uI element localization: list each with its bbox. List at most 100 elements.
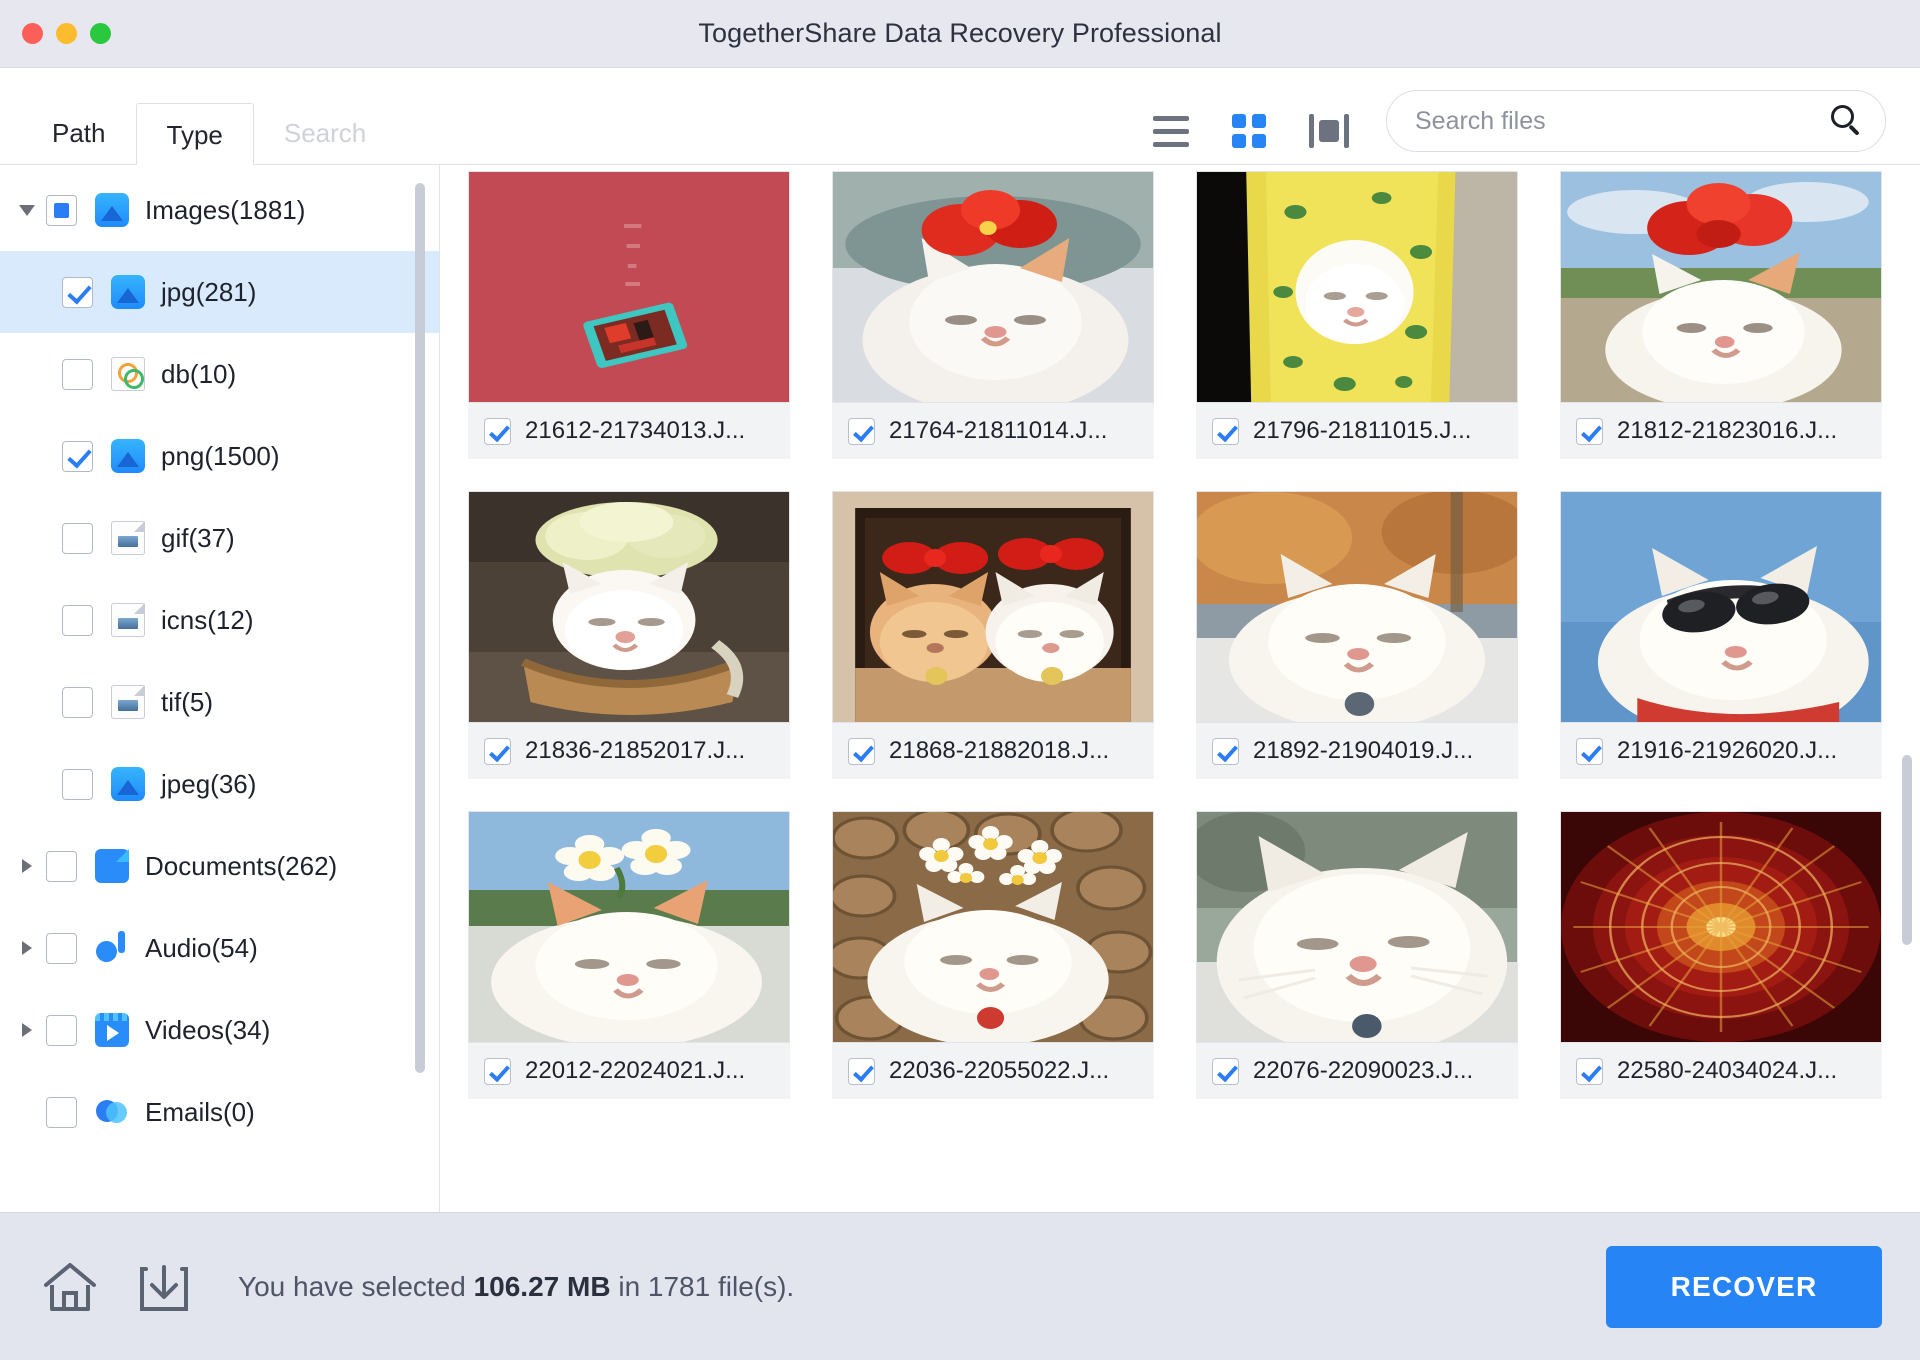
file-thumbnail[interactable] <box>1560 491 1882 723</box>
file-label-bar[interactable]: 21916-21926020.J... <box>1560 723 1882 779</box>
tree-item-icns[interactable]: icns(12) <box>0 579 439 661</box>
checkbox-db[interactable] <box>62 358 93 390</box>
checkbox-gif[interactable] <box>62 522 93 554</box>
tab-path[interactable]: Path <box>22 102 136 164</box>
file-checkbox[interactable] <box>1576 1057 1603 1085</box>
file-checkbox[interactable] <box>848 737 875 765</box>
file-type-tree: Images(1881) jpg(281) db(10) png(1500) g… <box>0 165 439 1153</box>
file-label-bar[interactable]: 21892-21904019.J... <box>1196 723 1518 779</box>
file-checkbox[interactable] <box>1576 417 1603 445</box>
file-label-bar[interactable]: 22036-22055022.J... <box>832 1043 1154 1099</box>
sidebar-scrollbar[interactable] <box>415 183 425 1073</box>
chevron-right-icon[interactable] <box>14 1023 40 1037</box>
file-thumbnail[interactable] <box>832 171 1154 403</box>
chevron-down-icon[interactable] <box>14 204 40 216</box>
cover-view-icon[interactable] <box>1308 113 1350 149</box>
file-checkbox[interactable] <box>1576 737 1603 765</box>
checkbox-images[interactable] <box>46 194 77 226</box>
file-cell[interactable]: 22580-24034024.J... <box>1560 811 1882 1099</box>
file-cell[interactable]: 21892-21904019.J... <box>1196 491 1518 779</box>
checkbox-documents[interactable] <box>46 850 77 882</box>
file-name: 21612-21734013.J... <box>525 417 746 444</box>
home-icon[interactable] <box>42 1261 98 1313</box>
file-thumbnail[interactable] <box>468 171 790 403</box>
file-thumbnail[interactable] <box>468 811 790 1043</box>
tree-item-images[interactable]: Images(1881) <box>0 169 439 251</box>
download-icon[interactable] <box>138 1261 190 1313</box>
search-input[interactable] <box>1415 106 1831 136</box>
file-label-bar[interactable]: 21868-21882018.J... <box>832 723 1154 779</box>
checkbox-jpg[interactable] <box>62 276 93 308</box>
file-thumbnail[interactable] <box>1196 811 1518 1043</box>
tree-item-videos[interactable]: Videos(34) <box>0 989 439 1071</box>
file-cell[interactable]: 21868-21882018.J... <box>832 491 1154 779</box>
file-cell[interactable]: 22076-22090023.J... <box>1196 811 1518 1099</box>
search-box[interactable] <box>1386 90 1886 152</box>
file-label-bar[interactable]: 21612-21734013.J... <box>468 403 790 459</box>
tree-item-jpeg[interactable]: jpeg(36) <box>0 743 439 825</box>
file-thumbnail[interactable] <box>468 491 790 723</box>
tree-item-gif[interactable]: gif(37) <box>0 497 439 579</box>
file-label-bar[interactable]: 22580-24034024.J... <box>1560 1043 1882 1099</box>
file-thumbnail[interactable] <box>1560 811 1882 1043</box>
tab-search[interactable]: Search <box>254 102 396 164</box>
tree-item-documents[interactable]: Documents(262) <box>0 825 439 907</box>
file-name: 21764-21811014.J... <box>889 417 1108 444</box>
tree-item-emails[interactable]: Emails(0) <box>0 1071 439 1153</box>
file-thumbnail[interactable] <box>832 811 1154 1043</box>
checkbox-videos[interactable] <box>46 1014 77 1046</box>
chevron-right-icon[interactable] <box>14 941 40 955</box>
file-checkbox[interactable] <box>1212 417 1239 445</box>
checkbox-jpeg[interactable] <box>62 768 93 800</box>
recover-button[interactable]: RECOVER <box>1606 1245 1882 1328</box>
file-image-icon <box>111 685 145 719</box>
checkbox-emails[interactable] <box>46 1096 77 1128</box>
file-cell[interactable]: 21916-21926020.J... <box>1560 491 1882 779</box>
tree-item-label: Audio(54) <box>145 932 258 963</box>
checkbox-audio[interactable] <box>46 932 77 964</box>
file-cell[interactable]: 21812-21823016.J... <box>1560 171 1882 459</box>
file-checkbox[interactable] <box>1212 1057 1239 1085</box>
search-icon[interactable] <box>1831 105 1863 137</box>
checkbox-png[interactable] <box>62 440 93 472</box>
file-checkbox[interactable] <box>848 417 875 445</box>
checkbox-icns[interactable] <box>62 604 93 636</box>
file-checkbox[interactable] <box>484 1057 511 1085</box>
file-label-bar[interactable]: 22076-22090023.J... <box>1196 1043 1518 1099</box>
tree-item-png[interactable]: png(1500) <box>0 415 439 497</box>
file-label-bar[interactable]: 21764-21811014.J... <box>832 403 1154 459</box>
document-icon <box>95 849 129 883</box>
file-cell[interactable]: 21796-21811015.J... <box>1196 171 1518 459</box>
file-name: 22076-22090023.J... <box>1253 1057 1474 1084</box>
tree-item-tif[interactable]: tif(5) <box>0 661 439 743</box>
file-thumbnail[interactable] <box>832 491 1154 723</box>
file-cell[interactable]: 22036-22055022.J... <box>832 811 1154 1099</box>
file-label-bar[interactable]: 21796-21811015.J... <box>1196 403 1518 459</box>
tree-item-audio[interactable]: Audio(54) <box>0 907 439 989</box>
file-checkbox[interactable] <box>484 417 511 445</box>
file-cell[interactable]: 21764-21811014.J... <box>832 171 1154 459</box>
file-label-bar[interactable]: 21836-21852017.J... <box>468 723 790 779</box>
chevron-right-icon[interactable] <box>14 859 40 873</box>
list-view-icon[interactable] <box>1152 112 1190 150</box>
file-thumbnail[interactable] <box>1196 171 1518 403</box>
file-thumbnail[interactable] <box>1560 171 1882 403</box>
sidebar: Images(1881) jpg(281) db(10) png(1500) g… <box>0 165 440 1212</box>
file-label-bar[interactable]: 21812-21823016.J... <box>1560 403 1882 459</box>
file-thumbnail[interactable] <box>1196 491 1518 723</box>
tree-item-jpg[interactable]: jpg(281) <box>0 251 439 333</box>
file-cell[interactable]: 22012-22024021.J... <box>468 811 790 1099</box>
file-cell[interactable]: 21612-21734013.J... <box>468 171 790 459</box>
file-checkbox[interactable] <box>484 737 511 765</box>
grid-view-icon[interactable] <box>1232 114 1266 148</box>
file-checkbox[interactable] <box>1212 737 1239 765</box>
grid-scrollbar[interactable] <box>1902 755 1912 945</box>
file-label-bar[interactable]: 22012-22024021.J... <box>468 1043 790 1099</box>
file-cell[interactable]: 21836-21852017.J... <box>468 491 790 779</box>
tree-item-label: jpg(281) <box>161 276 257 307</box>
tab-type[interactable]: Type <box>135 103 254 165</box>
tree-item-label: gif(37) <box>161 522 235 553</box>
checkbox-tif[interactable] <box>62 686 93 718</box>
file-checkbox[interactable] <box>848 1057 875 1085</box>
tree-item-db[interactable]: db(10) <box>0 333 439 415</box>
